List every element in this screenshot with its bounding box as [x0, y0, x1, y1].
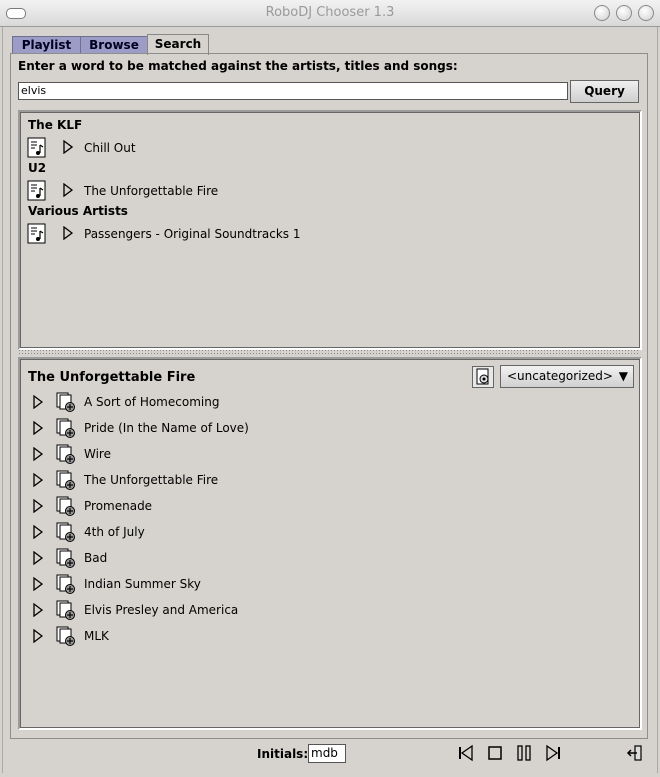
window-title: RoboDJ Chooser 1.3 [265, 5, 395, 20]
track-label[interactable]: Pride (In the Name of Love) [84, 421, 249, 435]
add-track-icon[interactable] [55, 521, 77, 543]
expand-icon[interactable] [33, 473, 43, 487]
album-settings-button[interactable] [472, 366, 494, 388]
track-row[interactable]: 4th of July [33, 521, 613, 545]
album-title: The Unforgettable Fire [28, 370, 196, 385]
pause-icon [517, 745, 531, 761]
skip-forward-icon [546, 744, 560, 762]
add-track-icon[interactable] [55, 495, 77, 517]
expand-icon[interactable] [33, 447, 43, 461]
add-track-icon[interactable] [55, 547, 77, 569]
track-row[interactable]: MLK [33, 625, 613, 649]
expand-icon[interactable] [63, 140, 73, 154]
expand-icon[interactable] [33, 395, 43, 409]
chevron-down-icon: ▼ [618, 369, 628, 383]
track-row[interactable]: The Unforgettable Fire [33, 469, 613, 493]
expand-icon[interactable] [63, 226, 73, 240]
track-row[interactable]: Bad [33, 547, 613, 571]
track-label[interactable]: Bad [84, 551, 107, 565]
stop-button[interactable] [486, 744, 504, 762]
results-list: The KLF Chill Out U2 The Unforgettable Fire… [18, 110, 642, 350]
track-label[interactable]: Indian Summer Sky [84, 577, 201, 591]
skip-back-button[interactable] [457, 744, 475, 762]
tab-search[interactable]: Search [147, 34, 209, 55]
album-row[interactable]: Passengers - Original Soundtracks 1 [27, 223, 627, 245]
album-icon[interactable] [27, 180, 47, 201]
album-label[interactable]: Passengers - Original Soundtracks 1 [84, 227, 301, 241]
artist-heading: The KLF [28, 118, 83, 132]
album-label[interactable]: Chill Out [84, 141, 136, 155]
stop-icon [488, 746, 502, 760]
maximize-button[interactable] [616, 5, 632, 21]
skip-back-icon [459, 744, 473, 762]
skip-forward-button[interactable] [544, 744, 562, 762]
track-label[interactable]: Promenade [84, 499, 152, 513]
search-input[interactable]: elvis [18, 82, 568, 100]
initials-label: Initials: [257, 747, 309, 761]
initials-input[interactable]: mdb [308, 744, 346, 763]
track-label[interactable]: The Unforgettable Fire [84, 473, 218, 487]
expand-icon[interactable] [33, 525, 43, 539]
track-row[interactable]: Promenade [33, 495, 613, 519]
artist-heading: U2 [28, 161, 47, 175]
track-row[interactable]: A Sort of Homecoming [33, 391, 613, 415]
exit-icon [626, 745, 642, 761]
exit-button[interactable] [626, 744, 644, 762]
add-track-icon[interactable] [55, 573, 77, 595]
add-track-icon[interactable] [55, 417, 77, 439]
track-label[interactable]: Elvis Presley and America [84, 603, 238, 617]
add-track-icon[interactable] [55, 443, 77, 465]
track-label[interactable]: A Sort of Homecoming [84, 395, 219, 409]
track-label[interactable]: 4th of July [84, 525, 145, 539]
album-icon[interactable] [27, 223, 47, 244]
album-icon[interactable] [27, 137, 47, 158]
minimize-button[interactable] [594, 5, 610, 21]
expand-icon[interactable] [33, 603, 43, 617]
split-pane-divider[interactable] [18, 349, 640, 355]
expand-icon[interactable] [33, 499, 43, 513]
add-track-icon[interactable] [55, 625, 77, 647]
album-label[interactable]: The Unforgettable Fire [84, 184, 218, 198]
query-button[interactable]: Query [570, 80, 639, 103]
category-select[interactable]: <uncategorized> ▼ [500, 365, 634, 388]
album-row[interactable]: The Unforgettable Fire [27, 180, 627, 202]
album-row[interactable]: Chill Out [27, 137, 627, 159]
expand-icon[interactable] [33, 577, 43, 591]
track-row[interactable]: Elvis Presley and America [33, 599, 613, 623]
album-detail-panel: The Unforgettable Fire <uncategorized> ▼… [18, 357, 642, 730]
track-label[interactable]: MLK [84, 629, 109, 643]
search-prompt: Enter a word to be matched against the a… [18, 59, 458, 73]
album-settings-icon [476, 368, 489, 385]
expand-icon[interactable] [33, 629, 43, 643]
expand-icon[interactable] [33, 421, 43, 435]
expand-icon[interactable] [33, 551, 43, 565]
close-button[interactable] [638, 5, 654, 21]
track-row[interactable]: Indian Summer Sky [33, 573, 613, 597]
pause-button[interactable] [515, 744, 533, 762]
category-value: <uncategorized> [507, 369, 613, 383]
expand-icon[interactable] [63, 183, 73, 197]
track-row[interactable]: Pride (In the Name of Love) [33, 417, 613, 441]
tab-browse[interactable]: Browse [80, 36, 148, 53]
title-bar: RoboDJ Chooser 1.3 [0, 0, 660, 27]
add-track-icon[interactable] [55, 391, 77, 413]
add-track-icon[interactable] [55, 469, 77, 491]
add-track-icon[interactable] [55, 599, 77, 621]
tab-playlist[interactable]: Playlist [12, 36, 81, 53]
artist-heading: Various Artists [28, 204, 128, 218]
track-row[interactable]: Wire [33, 443, 613, 467]
track-label[interactable]: Wire [84, 447, 111, 461]
